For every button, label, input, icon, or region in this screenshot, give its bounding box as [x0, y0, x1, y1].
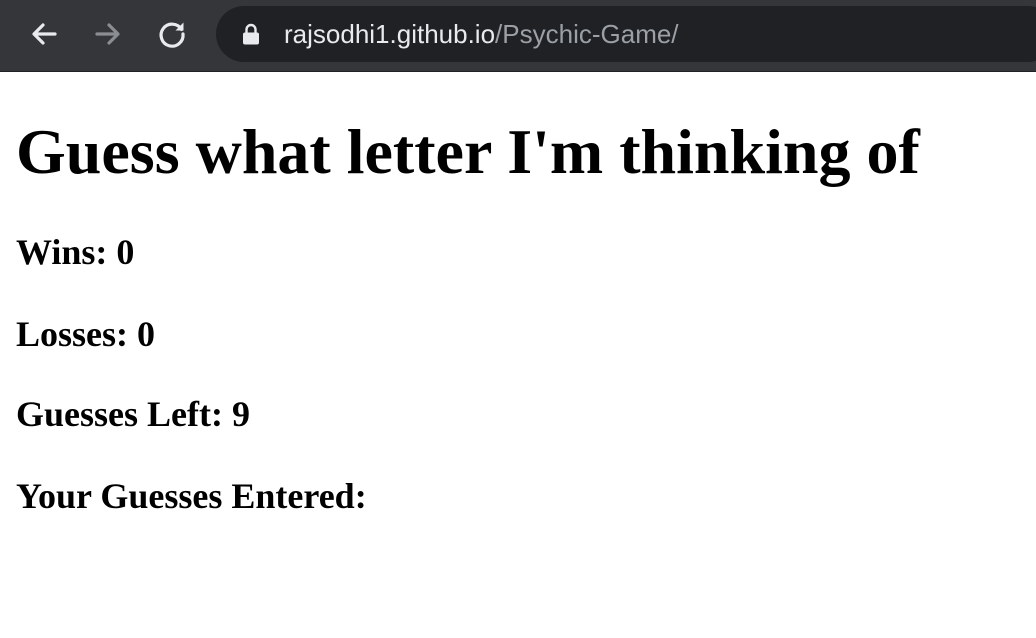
wins-value: 0 — [116, 232, 135, 272]
losses-label: Losses: — [16, 314, 129, 354]
guesses-entered-label: Your Guesses Entered: — [16, 476, 367, 516]
losses-value: 0 — [137, 314, 156, 354]
guesses-entered-stat: Your Guesses Entered: — [16, 476, 367, 516]
page-content: Guess what letter I'm thinking of Wins: … — [0, 72, 1036, 638]
guesses-left-value: 9 — [231, 394, 250, 434]
forward-arrow-icon — [95, 23, 120, 45]
forward-button[interactable] — [90, 14, 126, 54]
losses-stat: Losses: 0 — [16, 314, 155, 354]
browser-toolbar: rajsodhi1.github.io/Psychic-Game/ — [0, 0, 1036, 72]
guesses-left-label: Guesses Left: — [16, 394, 223, 434]
wins-label: Wins: — [16, 232, 108, 272]
lock-icon[interactable] — [242, 23, 260, 45]
address-bar[interactable]: rajsodhi1.github.io/Psychic-Game/ — [216, 6, 1036, 62]
wins-stat: Wins: 0 — [16, 232, 134, 272]
guesses-left-stat: Guesses Left: 9 — [16, 394, 250, 434]
url-path: /Psychic-Game/ — [495, 19, 679, 49]
page-title: Guess what letter I'm thinking of — [16, 116, 920, 187]
reload-button[interactable] — [154, 14, 190, 54]
back-button[interactable] — [26, 14, 62, 54]
back-arrow-icon — [32, 23, 57, 45]
url-text[interactable]: rajsodhi1.github.io/Psychic-Game/ — [284, 19, 679, 49]
reload-icon — [159, 22, 185, 48]
url-host: rajsodhi1.github.io — [284, 19, 496, 49]
